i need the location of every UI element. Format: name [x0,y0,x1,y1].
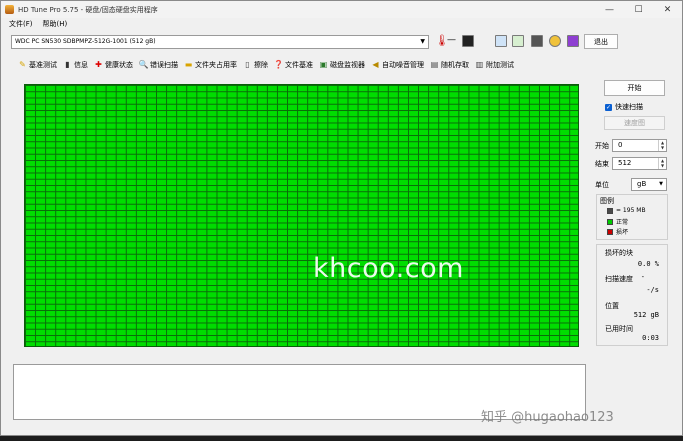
disk-monitor-icon: ▣ [319,60,328,69]
hdtune-app-icon [5,5,14,14]
scan-speed-label: 扫描速度 [605,275,633,283]
temperature-value: — [447,35,456,45]
screenshot-icon[interactable] [531,35,543,47]
legend-swatch [607,207,613,214]
damaged-blocks-value: 0.0 % [637,260,659,268]
minimize-button[interactable]: — [595,1,624,18]
start-input[interactable]: 0 ▲ ▼ [612,139,667,152]
position-value: 512 gB [633,311,659,319]
elapsed-value: 0:03 [642,334,659,342]
start-label: 开始 [595,142,609,150]
speaker-icon: ◀ [372,60,379,69]
close-button[interactable]: ✕ [653,1,682,18]
options-icon[interactable] [549,35,561,47]
extra-tests-icon: ▥ [475,60,484,69]
unit-select[interactable]: gB ▼ [631,178,667,191]
tab-file-benchmark[interactable]: ❓ 文件基准 [271,57,316,72]
error-scan-block-grid [24,84,579,347]
legend-damaged: 损坏 [607,227,628,236]
stats-panel: 损坏的块 0.0 % 扫描速度 - -/s 位置 512 gB 已用时间 0:0… [596,244,668,346]
tab-health[interactable]: ✚ 健康状态 [91,57,136,72]
drive-toolbar: WDC PC SN530 SDBPMPZ-512G-1001 (512 gB) … [1,33,682,51]
window-title: HD Tune Pro 5.75 - 硬盘/固态硬盘实用程序 [18,5,158,14]
save-icon[interactable] [567,35,579,47]
tab-erase[interactable]: ▯ 擦除 [240,57,271,72]
tab-folder-usage[interactable]: ▬ 文件夹占用率 [181,57,240,72]
drive-select[interactable]: WDC PC SN530 SDBPMPZ-512G-1001 (512 gB) … [11,35,429,49]
health-icon: ✚ [95,60,102,69]
end-label: 结束 [595,160,609,168]
copy-info-icon[interactable] [512,35,524,47]
taskbar-strip [0,436,683,441]
menu-help[interactable]: 帮助(H) [43,19,68,29]
tab-benchmark[interactable]: ✎ 基准测试 [15,57,60,72]
copy-icon[interactable] [495,35,507,47]
damaged-blocks-label: 损坏的块 [605,249,633,257]
title-bar: HD Tune Pro 5.75 - 硬盘/固态硬盘实用程序 — ☐ ✕ [1,1,682,18]
spin-arrows-icon[interactable]: ▲ ▼ [658,140,666,151]
tab-bar: ✎ 基准测试 ▮ 信息 ✚ 健康状态 🔍 错误扫描 ▬ 文件夹占用率 ▯ 擦除 ❓ 文件基准 … [1,57,682,72]
menu-bar: 文件(F) 帮助(H) [1,18,682,30]
checkbox-checked-icon: ✓ [605,103,612,111]
unit-label: 单位 [595,181,609,189]
quick-scan-checkbox[interactable]: ✓ 快速扫描 [605,102,643,112]
watermark-text: khcoo.com [313,253,464,284]
legend-swatch [607,228,613,235]
speed-map-button[interactable]: 速度图 [604,116,665,130]
tab-random-access[interactable]: ▤ 随机存取 [427,57,472,72]
thermometer-icon: 🌡 [435,34,449,47]
position-label: 位置 [605,302,619,310]
drive-eject-icon[interactable] [462,35,474,47]
exit-button[interactable]: 退出 [584,34,618,49]
tab-info[interactable]: ▮ 信息 [60,57,91,72]
error-scan-icon: 🔍 [138,60,149,69]
benchmark-icon: ✎ [19,60,26,69]
elapsed-label: 已用时间 [605,325,633,333]
legend-ok: 正常 [607,217,628,226]
drive-select-value: WDC PC SN530 SDBPMPZ-512G-1001 (512 gB) [15,38,156,45]
folder-icon: ▬ [184,60,193,69]
chevron-down-icon: ▼ [659,181,663,187]
end-input[interactable]: 512 ▲ ▼ [612,157,667,170]
maximize-button[interactable]: ☐ [624,1,653,18]
legend-title: 图例 [600,197,614,205]
scan-speed-unit: -/s [646,286,659,294]
erase-icon: ▯ [245,60,250,69]
legend-panel: 图例 = 195 MB 正常 损坏 [596,194,668,240]
info-icon: ▮ [65,60,70,69]
start-button[interactable]: 开始 [604,80,665,96]
spin-arrows-icon[interactable]: ▲ ▼ [658,158,666,169]
legend-block-size: = 195 MB [607,207,646,214]
scan-speed-value: - [640,273,645,281]
tab-extra-tests[interactable]: ▥ 附加测试 [472,57,517,72]
hdtune-window: HD Tune Pro 5.75 - 硬盘/固态硬盘实用程序 — ☐ ✕ 文件(… [0,0,683,436]
tab-disk-monitor[interactable]: ▣ 磁盘监视器 [316,57,368,72]
zhihu-watermark: 知乎 @hugaohao123 [481,410,614,425]
tab-aam[interactable]: ◀ 自动噪音管理 [368,57,427,72]
menu-file[interactable]: 文件(F) [9,19,33,29]
chevron-down-icon: ▼ [420,38,425,45]
legend-swatch [607,218,613,225]
random-access-icon: ▤ [430,60,439,69]
file-benchmark-icon: ❓ [273,60,284,69]
tab-error-scan[interactable]: 🔍 错误扫描 [136,57,181,72]
